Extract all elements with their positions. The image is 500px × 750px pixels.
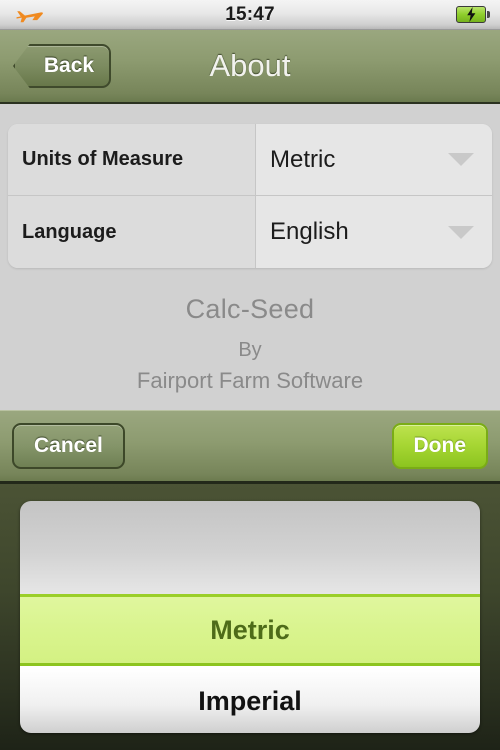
airplane-icon xyxy=(14,3,44,27)
picker-option-next[interactable]: Imperial xyxy=(20,669,480,733)
settings-row-units-of-measure[interactable]: Units of Measure Metric xyxy=(8,124,492,196)
units-picker-wheel[interactable]: Metric Imperial xyxy=(20,501,480,733)
clock: 15:47 xyxy=(225,3,275,25)
battery-charging-icon xyxy=(456,6,490,23)
content-area: Units of Measure Metric Language English… xyxy=(0,106,500,410)
chevron-down-icon[interactable] xyxy=(448,153,474,166)
status-bar: 15:47 xyxy=(0,0,500,30)
done-button[interactable]: Done xyxy=(391,423,488,469)
cancel-button[interactable]: Cancel xyxy=(12,423,125,469)
units-of-measure-label: Units of Measure xyxy=(22,148,184,170)
back-button-label: Back xyxy=(43,54,95,77)
status-bar-center: 15:47 xyxy=(110,4,390,26)
navigation-bar: Back About xyxy=(0,30,500,104)
chevron-down-icon[interactable] xyxy=(448,225,474,239)
units-of-measure-value-cell[interactable]: Metric xyxy=(256,124,492,195)
status-bar-left xyxy=(0,3,110,27)
app-name: Calc-Seed xyxy=(185,294,315,324)
language-label: Language xyxy=(22,220,117,243)
units-of-measure-label-cell: Units of Measure xyxy=(8,124,256,195)
bottom-toolbar: Cancel Done xyxy=(0,410,500,484)
language-value: English xyxy=(270,218,349,245)
settings-row-language[interactable]: Language English xyxy=(8,196,492,268)
picker-option-selected[interactable]: Metric xyxy=(20,594,480,666)
about-by-label: By xyxy=(238,339,262,361)
phone-screen: 15:47 Back About Units of Measure Metric… xyxy=(0,0,500,750)
company-name: Fairport Farm Software xyxy=(136,368,364,393)
language-value-cell[interactable]: English xyxy=(256,196,492,268)
settings-group: Units of Measure Metric Language English xyxy=(8,124,492,268)
picker-option-next-label: Imperial xyxy=(198,685,302,716)
picker-backdrop: Metric Imperial xyxy=(0,484,500,750)
status-bar-right xyxy=(390,6,500,23)
picker-option-selected-label: Metric xyxy=(210,614,290,645)
back-button[interactable]: Back xyxy=(13,44,111,88)
language-label-cell: Language xyxy=(8,196,256,268)
units-of-measure-value: Metric xyxy=(270,145,336,173)
about-block: Calc-Seed By Fairport Farm Software xyxy=(0,294,500,394)
